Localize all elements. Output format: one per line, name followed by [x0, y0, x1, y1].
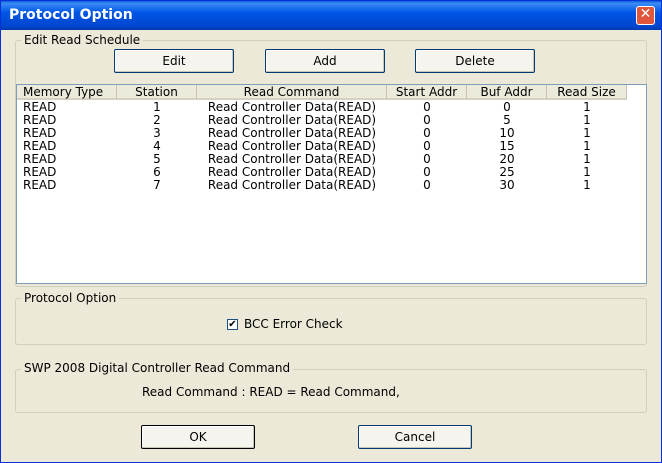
cell-start-addr: 0	[423, 178, 431, 192]
close-icon: ✕	[639, 6, 652, 22]
column-header-start-addr[interactable]: Start Addr	[387, 85, 467, 100]
list-header: Memory Type Station Read Command Start A…	[17, 85, 646, 100]
column-header-station[interactable]: Station	[117, 85, 197, 100]
protocol-option-dialog: Protocol Option ✕ Edit Read Schedule Edi…	[0, 0, 662, 463]
read-command-info-legend: SWP 2008 Digital Controller Read Command	[21, 361, 294, 375]
cell-read-command: Read Controller Data(READ)	[207, 178, 377, 192]
column-header-buf-addr[interactable]: Buf Addr	[467, 85, 547, 100]
column-header-read-command[interactable]: Read Command	[197, 85, 387, 100]
column-header-read-size[interactable]: Read Size	[547, 85, 627, 100]
title-bar[interactable]: Protocol Option ✕	[1, 1, 661, 30]
ok-button[interactable]: OK	[141, 425, 255, 449]
cell-station: 7	[153, 178, 161, 192]
bcc-error-check-checkbox[interactable]: ✔	[227, 319, 238, 330]
read-command-info-text: Read Command : READ = Read Command,	[142, 385, 400, 399]
window-title: Protocol Option	[9, 7, 133, 23]
cell-memory-type: READ	[23, 178, 57, 192]
protocol-option-legend: Protocol Option	[21, 291, 120, 305]
edit-button[interactable]: Edit	[114, 49, 234, 73]
delete-button[interactable]: Delete	[415, 49, 535, 73]
cell-read-size: 1	[583, 178, 591, 192]
cancel-button[interactable]: Cancel	[358, 425, 472, 449]
cell-buf-addr: 30	[499, 178, 515, 192]
column-header-memory-type[interactable]: Memory Type	[17, 85, 117, 100]
read-schedule-list[interactable]: Memory Type Station Read Command Start A…	[16, 84, 647, 284]
bcc-error-check-label[interactable]: BCC Error Check	[244, 317, 343, 331]
add-button[interactable]: Add	[265, 49, 385, 73]
close-button[interactable]: ✕	[636, 6, 655, 25]
table-row[interactable]: READ 7 Read Controller Data(READ) 0 30 1	[17, 179, 646, 192]
edit-read-schedule-legend: Edit Read Schedule	[21, 33, 144, 47]
